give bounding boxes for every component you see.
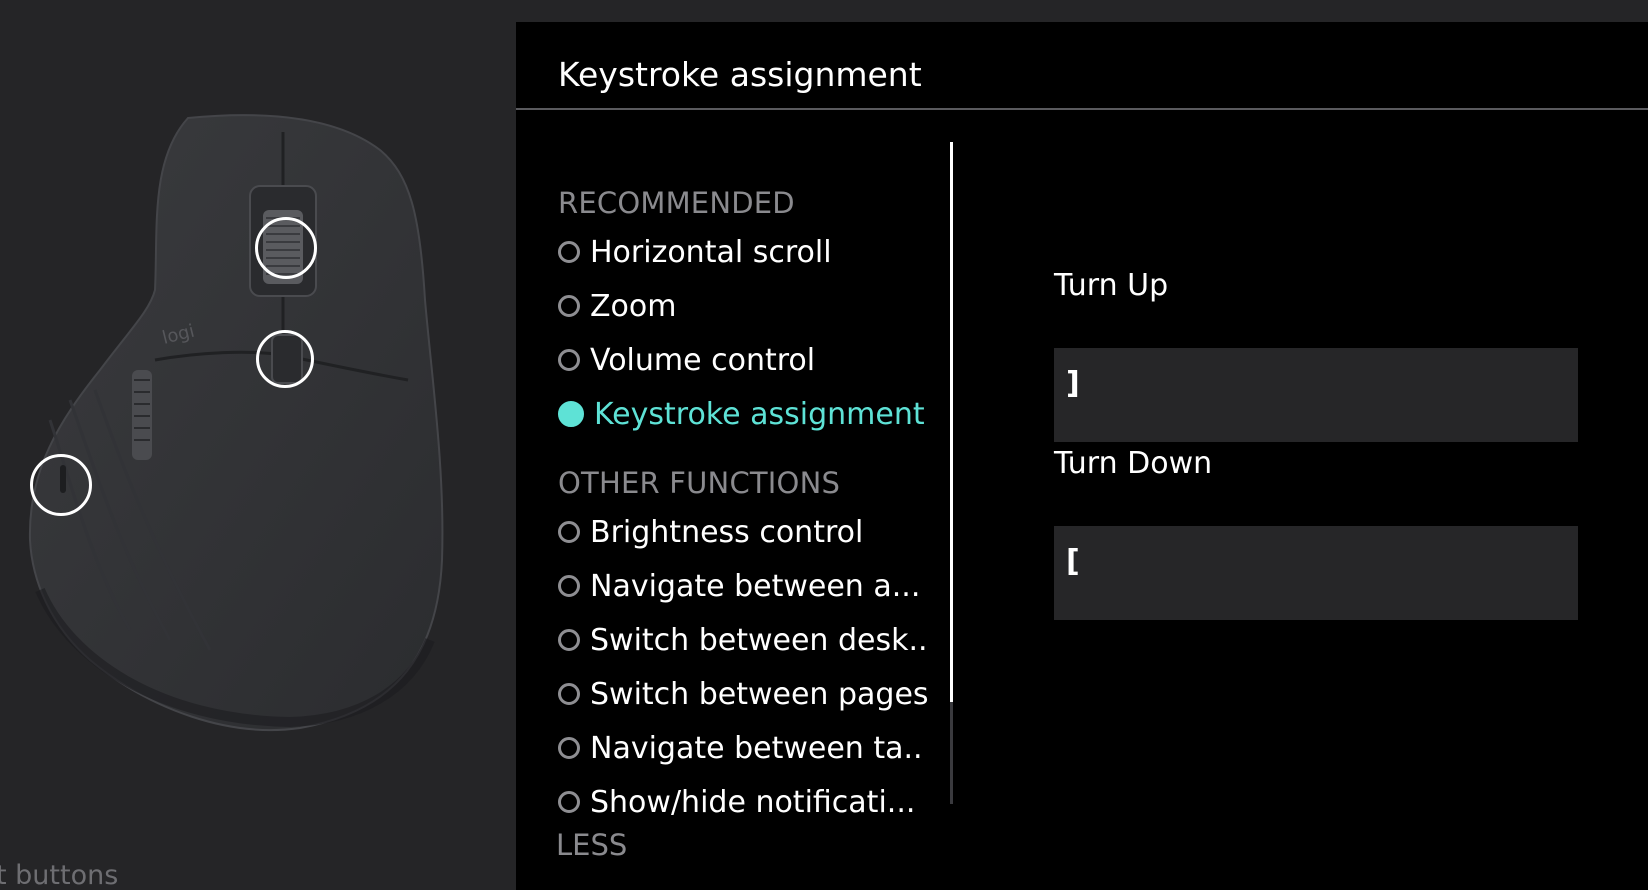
radio-icon [558, 349, 580, 371]
radio-selected-icon [558, 401, 584, 427]
mouse-preview-pane: logi t buttons [0, 0, 516, 890]
radio-icon [558, 241, 580, 263]
option-label: Switch between desk.. [590, 622, 928, 658]
app-window: logi t buttons Keystroke assignment RECO… [0, 0, 1648, 890]
option-show-hide-notifications[interactable]: Show/hide notificati... [558, 780, 950, 824]
settings-panel: Keystroke assignment RECOMMENDED Horizon… [516, 22, 1648, 890]
radio-icon [558, 521, 580, 543]
option-label: Navigate between ta.. [590, 730, 923, 766]
turn-down-label: Turn Down [1054, 446, 1213, 481]
radio-icon [558, 737, 580, 759]
option-label: Show/hide notificati... [590, 784, 916, 820]
mouse-illustration: logi [28, 114, 444, 731]
panel-header: Keystroke assignment [516, 22, 1648, 110]
option-navigate-between-tabs[interactable]: Navigate between ta.. [558, 726, 950, 770]
option-label: Navigate between a... [590, 568, 921, 604]
option-label: Brightness control [590, 514, 864, 550]
gesture-button-hotspot[interactable] [30, 454, 92, 516]
radio-icon [558, 629, 580, 651]
radio-icon [558, 791, 580, 813]
option-brightness-control[interactable]: Brightness control [558, 510, 950, 554]
option-label: Zoom [590, 288, 677, 324]
section-footer-label: t buttons [0, 860, 119, 890]
option-list-scrollbar-thumb[interactable] [950, 142, 953, 702]
option-volume-control[interactable]: Volume control [558, 338, 950, 382]
option-label: Horizontal scroll [590, 234, 832, 270]
turn-up-keystroke-field[interactable]: ] [1054, 348, 1578, 442]
scroll-wheel-hotspot[interactable] [255, 217, 317, 279]
option-switch-between-desktops[interactable]: Switch between desk.. [558, 618, 950, 662]
option-keystroke-assignment[interactable]: Keystroke assignment [558, 392, 950, 436]
recommended-section-label: RECOMMENDED [558, 186, 795, 220]
less-toggle-link[interactable]: LESS [556, 828, 627, 862]
radio-icon [558, 295, 580, 317]
option-horizontal-scroll[interactable]: Horizontal scroll [558, 230, 950, 274]
turn-up-label: Turn Up [1054, 268, 1169, 303]
radio-icon [558, 575, 580, 597]
panel-title: Keystroke assignment [558, 55, 922, 94]
turn-down-keystroke-field[interactable]: [ [1054, 526, 1578, 620]
other-functions-section-label: OTHER FUNCTIONS [558, 466, 841, 500]
radio-icon [558, 683, 580, 705]
mode-shift-hotspot[interactable] [256, 330, 314, 388]
option-zoom[interactable]: Zoom [558, 284, 950, 328]
option-switch-between-pages[interactable]: Switch between pages [558, 672, 950, 716]
option-label: Switch between pages [590, 676, 929, 712]
option-label: Keystroke assignment [594, 396, 925, 432]
option-label: Volume control [590, 342, 816, 378]
option-navigate-between-apps[interactable]: Navigate between a... [558, 564, 950, 608]
